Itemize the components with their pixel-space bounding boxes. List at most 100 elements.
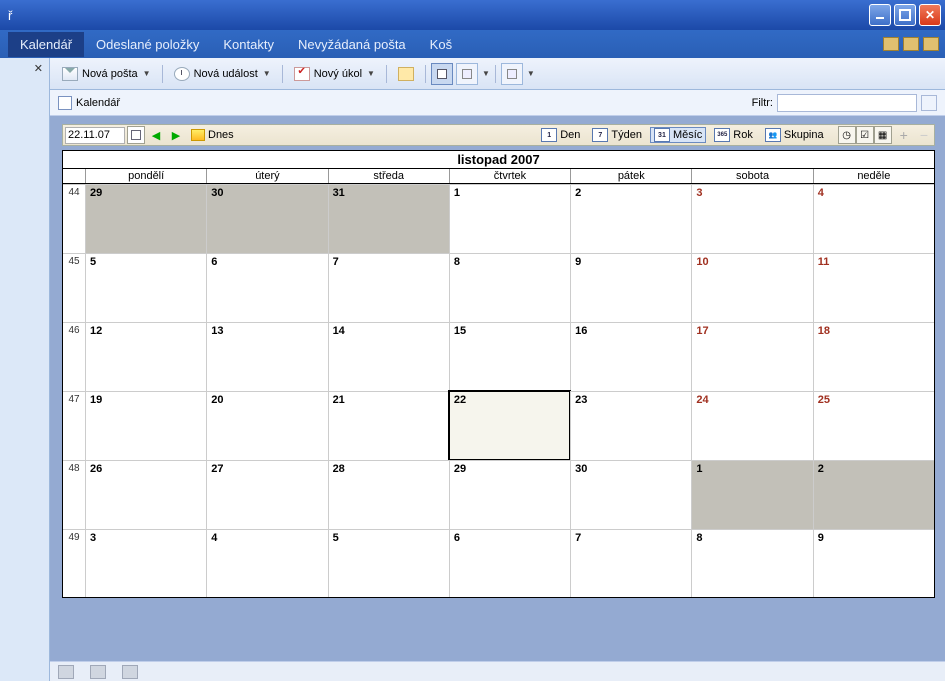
layout-icon-1[interactable] [883, 37, 899, 51]
calendar-grid: listopad 2007 pondělíúterýstředačtvrtekp… [62, 150, 935, 598]
day-cell[interactable]: 20 [206, 391, 327, 460]
day-cell[interactable]: 3 [691, 184, 812, 253]
day-cell[interactable]: 19 [85, 391, 206, 460]
day-cell[interactable]: 9 [570, 253, 691, 322]
day-cell[interactable]: 2 [570, 184, 691, 253]
tool-button-3[interactable]: ▦ [874, 126, 892, 144]
week-number: 48 [63, 460, 85, 529]
tab-trash[interactable]: Koš [418, 32, 464, 57]
next-button[interactable]: ▶ [167, 126, 185, 144]
day-cell[interactable]: 24 [691, 391, 812, 460]
minimize-button[interactable] [869, 4, 891, 26]
new-task-button[interactable]: Nový úkol ▼ [288, 64, 381, 84]
day-cell[interactable]: 21 [328, 391, 449, 460]
day-cell[interactable]: 29 [85, 184, 206, 253]
footer-icon-1[interactable] [58, 665, 74, 679]
new-mail-button[interactable]: Nová pošta ▼ [56, 64, 157, 84]
day-cell[interactable]: 7 [570, 529, 691, 597]
prev-button[interactable]: ◀ [147, 126, 165, 144]
day-cell[interactable]: 8 [691, 529, 812, 597]
day-cell[interactable]: 2 [813, 460, 934, 529]
day-cell[interactable]: 22 [449, 391, 570, 460]
day-cell[interactable]: 7 [328, 253, 449, 322]
day-cell[interactable]: 17 [691, 322, 812, 391]
day-number: 23 [575, 394, 587, 406]
day-cell[interactable]: 16 [570, 322, 691, 391]
day-number: 8 [454, 256, 460, 268]
day-cell[interactable]: 5 [85, 253, 206, 322]
day-cell[interactable]: 30 [570, 460, 691, 529]
tool-button-2[interactable]: ☑ [856, 126, 874, 144]
day-cell[interactable]: 14 [328, 322, 449, 391]
footer-icon-3[interactable] [122, 665, 138, 679]
note-icon [398, 67, 414, 81]
day-cell[interactable]: 4 [813, 184, 934, 253]
day-number: 5 [90, 256, 96, 268]
left-panel: ✕ [0, 58, 50, 681]
day-cell[interactable]: 15 [449, 322, 570, 391]
day-number: 14 [333, 325, 345, 337]
day-cell[interactable]: 8 [449, 253, 570, 322]
tab-contacts[interactable]: Kontakty [211, 32, 286, 57]
view-toggle-3[interactable] [501, 63, 523, 85]
day-cell[interactable]: 25 [813, 391, 934, 460]
week-row: 442930311234 [63, 184, 934, 253]
day-cell[interactable]: 1 [449, 184, 570, 253]
filter-input[interactable] [777, 94, 917, 112]
day-cell[interactable]: 1 [691, 460, 812, 529]
tab-sent[interactable]: Odeslané položky [84, 32, 211, 57]
close-panel-button[interactable]: ✕ [28, 58, 49, 79]
day-cell[interactable]: 10 [691, 253, 812, 322]
layout-icon-3[interactable] [923, 37, 939, 51]
view-group-button[interactable]: 👥 Skupina [761, 127, 828, 143]
footer-icon-2[interactable] [90, 665, 106, 679]
day-cell[interactable]: 11 [813, 253, 934, 322]
day-number: 2 [818, 463, 824, 475]
new-note-button[interactable] [392, 64, 420, 84]
tab-spam[interactable]: Nevyžádaná pošta [286, 32, 418, 57]
day-cell[interactable]: 13 [206, 322, 327, 391]
today-button[interactable]: Dnes [187, 129, 238, 141]
day-cell[interactable]: 31 [328, 184, 449, 253]
day-cell[interactable]: 9 [813, 529, 934, 597]
tab-calendar[interactable]: Kalendář [8, 32, 84, 57]
day-cell[interactable]: 28 [328, 460, 449, 529]
view-toggle-1[interactable] [431, 63, 453, 85]
day-number: 28 [333, 463, 345, 475]
view-day-button[interactable]: 1 Den [537, 127, 584, 143]
filter-icon[interactable] [921, 95, 937, 111]
day-cell[interactable]: 27 [206, 460, 327, 529]
tool-button-1[interactable]: ◷ [838, 126, 856, 144]
maximize-button[interactable] [894, 4, 916, 26]
day-cell[interactable]: 6 [206, 253, 327, 322]
view-toggle-2[interactable] [456, 63, 478, 85]
view-week-button[interactable]: 7 Týden [588, 127, 646, 143]
view-month-button[interactable]: 31 Měsíc [650, 127, 706, 143]
layout-icon-2[interactable] [903, 37, 919, 51]
day-cell[interactable]: 30 [206, 184, 327, 253]
calendar-icon [58, 96, 72, 110]
day-cell[interactable]: 23 [570, 391, 691, 460]
day-number: 2 [575, 187, 581, 199]
day-cell[interactable]: 26 [85, 460, 206, 529]
weekday-label: čtvrtek [449, 169, 570, 183]
day-cell[interactable]: 6 [449, 529, 570, 597]
day-cell[interactable]: 4 [206, 529, 327, 597]
day-number: 11 [818, 256, 830, 268]
day-cell[interactable]: 3 [85, 529, 206, 597]
window-title: ř [8, 8, 12, 23]
day-cell[interactable]: 29 [449, 460, 570, 529]
new-event-button[interactable]: Nová událost ▼ [168, 64, 277, 84]
view-year-button[interactable]: 365 Rok [710, 127, 757, 143]
day-cell[interactable]: 12 [85, 322, 206, 391]
date-picker-button[interactable] [127, 126, 145, 144]
day-number: 26 [90, 463, 102, 475]
day-number: 6 [454, 532, 460, 544]
close-button[interactable] [919, 4, 941, 26]
add-button[interactable]: + [896, 127, 912, 143]
remove-button: − [916, 127, 932, 143]
day-number: 10 [696, 256, 708, 268]
day-cell[interactable]: 18 [813, 322, 934, 391]
date-input[interactable] [65, 127, 125, 144]
day-cell[interactable]: 5 [328, 529, 449, 597]
